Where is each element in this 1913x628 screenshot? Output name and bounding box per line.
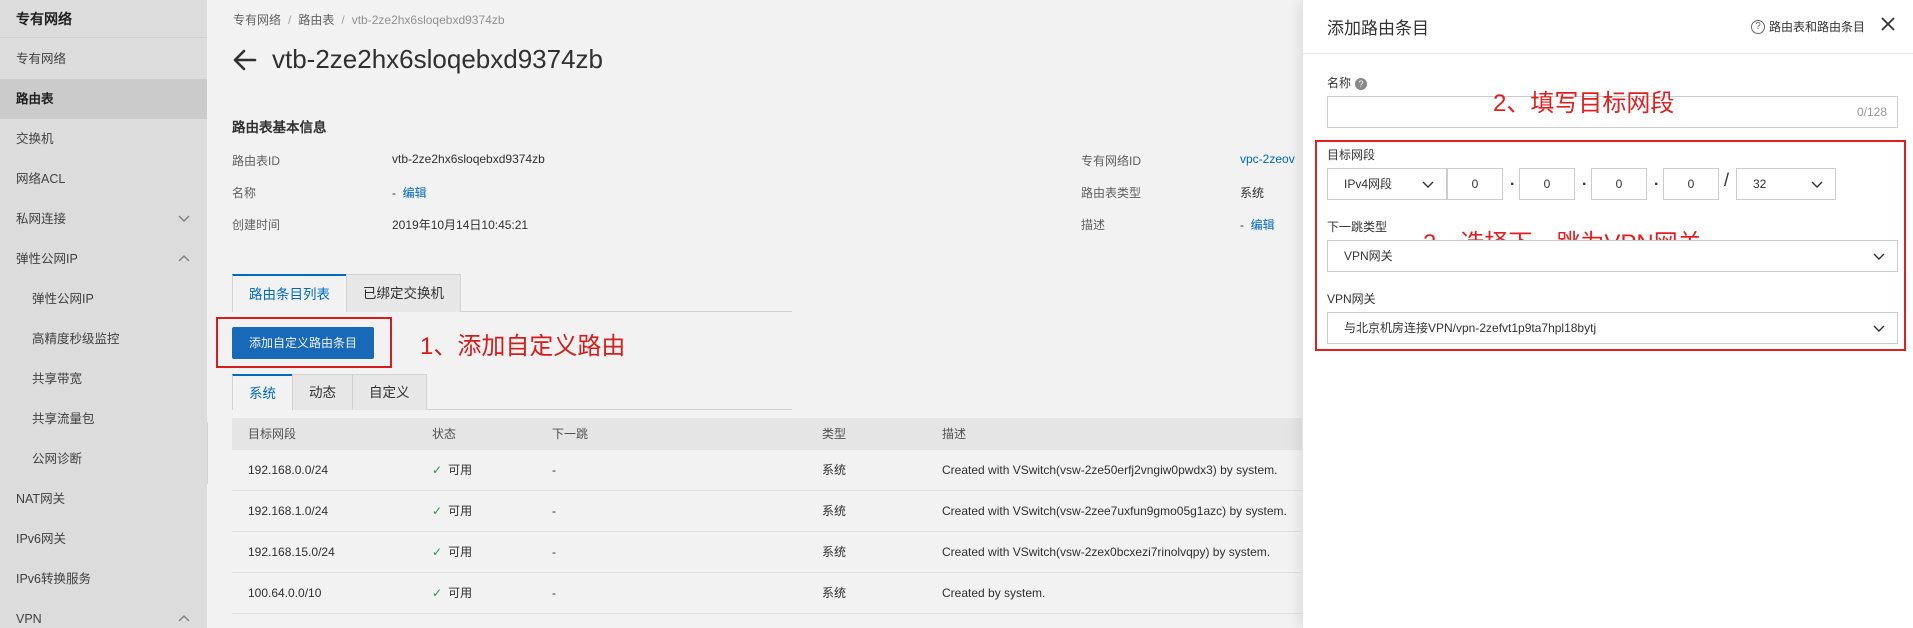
drawer-title: 添加路由条目 (1327, 19, 1429, 38)
subnet-mask-select[interactable]: 32 (1736, 168, 1836, 200)
help-link-label: 路由表和路由条目 (1768, 20, 1865, 34)
ip-version-select[interactable]: IPv4网段 (1327, 168, 1447, 200)
annotation-step-2: 2、填写目标网段 (1493, 90, 1675, 117)
help-icon: ? (1750, 19, 1765, 34)
name-field-label: 名称? (1327, 74, 1368, 91)
subnet-mask-value: 32 (1753, 177, 1767, 191)
drawer-header: 添加路由条目 ? 路由表和路由条目 (1303, 0, 1913, 54)
ip-octet-2-input[interactable]: 0 (1519, 168, 1575, 200)
drawer-backdrop[interactable] (0, 0, 1302, 628)
next-hop-type-select[interactable]: VPN网关 (1327, 240, 1898, 272)
ip-octet-1-input[interactable]: 0 (1447, 168, 1503, 200)
help-link[interactable]: ? 路由表和路由条目 (1750, 18, 1865, 35)
ip-dot-separator: . (1582, 172, 1587, 189)
chevron-down-icon (1811, 181, 1823, 188)
close-icon[interactable] (1879, 15, 1897, 33)
chevron-down-icon (1873, 253, 1885, 260)
destination-cidr-label: 目标网段 (1327, 148, 1376, 162)
add-route-drawer: 添加路由条目 ? 路由表和路由条目 名称? 0/128 2、填写目标网段 目标网… (1302, 0, 1913, 628)
ip-dot-separator: . (1654, 172, 1659, 189)
question-icon: ? (1355, 77, 1368, 90)
name-label-text: 名称 (1327, 76, 1352, 90)
vpn-gateway-label: VPN网关 (1327, 292, 1376, 306)
vpn-gateway-value: 与北京机房连接VPN/vpn-2zefvt1p9ta7hpl18bytj (1344, 321, 1597, 335)
next-hop-type-value: VPN网关 (1344, 249, 1393, 263)
name-char-counter: 0/128 (1856, 105, 1887, 119)
chevron-down-icon (1873, 325, 1885, 332)
ip-octet-4-input[interactable]: 0 (1663, 168, 1719, 200)
ip-version-value: IPv4网段 (1344, 177, 1393, 191)
vpn-gateway-select[interactable]: 与北京机房连接VPN/vpn-2zefvt1p9ta7hpl18bytj (1327, 312, 1898, 344)
chevron-down-icon (1422, 181, 1434, 188)
next-hop-type-label: 下一跳类型 (1327, 220, 1388, 234)
ip-dot-separator: . (1510, 172, 1515, 189)
ip-octet-3-input[interactable]: 0 (1591, 168, 1647, 200)
cidr-slash: / (1724, 170, 1730, 190)
